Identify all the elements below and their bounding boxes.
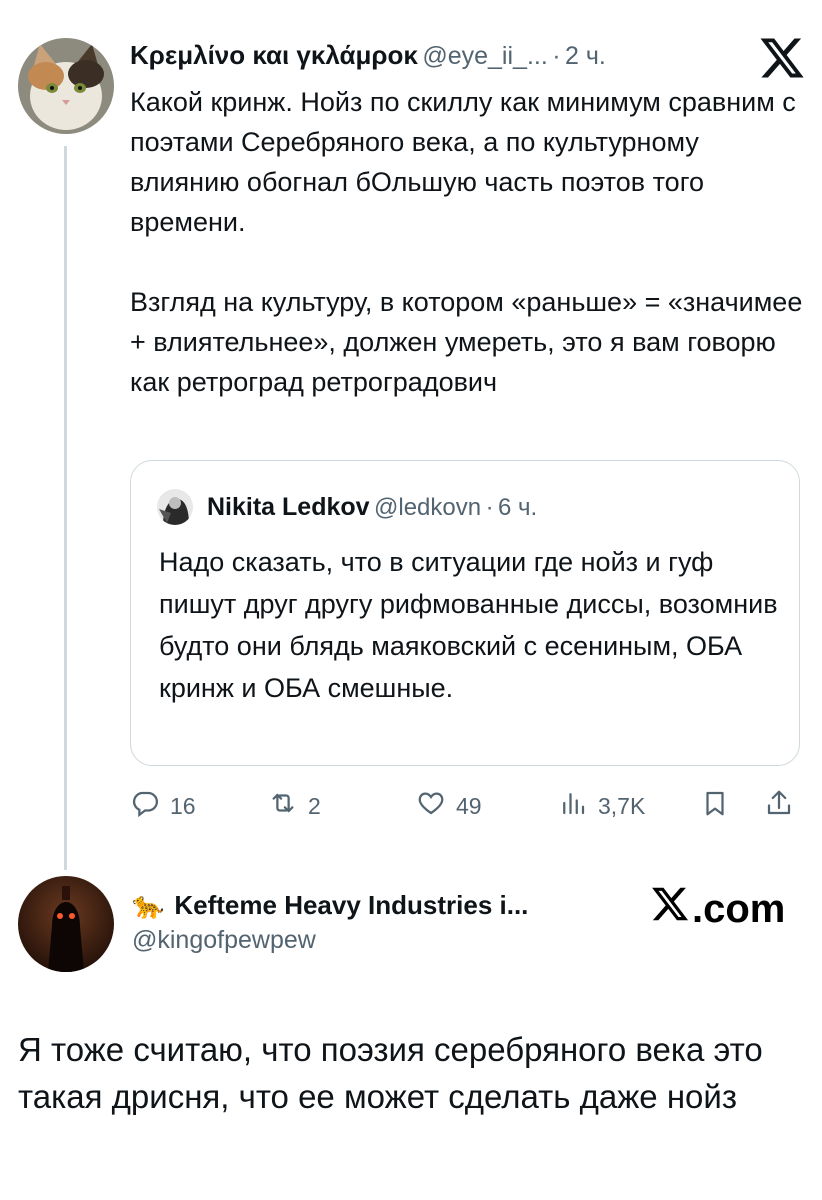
brand-text: .com xyxy=(692,886,786,931)
author-handle[interactable]: @eye_ii_... xyxy=(422,42,547,70)
quote-text: Надо сказать, что в ситуации где нойз и … xyxy=(159,547,778,703)
author-avatar[interactable] xyxy=(18,38,114,134)
separator-dot: · xyxy=(552,42,561,70)
retweet-count: 2 xyxy=(308,792,321,819)
views-button[interactable]: 3,7K xyxy=(558,786,645,826)
views-icon xyxy=(558,788,588,824)
retweet-icon xyxy=(268,788,298,824)
bookmark-button[interactable] xyxy=(700,786,730,826)
reply-button[interactable]: 16 xyxy=(130,786,196,826)
quote-header: Nikita Ledkov @ledkovn · 6 ч. xyxy=(207,493,537,522)
reply-header: 🐆 Kefteme Heavy Industries i... xyxy=(132,890,528,921)
like-count: 49 xyxy=(456,792,482,819)
views-count: 3,7K xyxy=(598,792,646,819)
bookmark-icon xyxy=(700,788,730,824)
retweet-button[interactable]: 2 xyxy=(268,786,321,826)
reply-author-handle[interactable]: @kingofpewpew xyxy=(132,926,316,955)
leopard-icon: 🐆 xyxy=(132,890,165,920)
tweet-header: Κρεμλίνο και γκλάμροκ @eye_ii_... · 2 ч. xyxy=(130,40,730,80)
x-com-brand: .com xyxy=(650,884,785,934)
like-button[interactable]: 49 xyxy=(416,786,482,826)
reply-text: Я тоже считаю, что поэзия серебряного ве… xyxy=(18,1031,763,1115)
reply-count: 16 xyxy=(170,792,196,819)
share-button[interactable] xyxy=(764,786,794,826)
separator-dot: · xyxy=(485,494,494,521)
quote-author-handle: @ledkovn xyxy=(374,494,482,521)
author-name[interactable]: Κρεμλίνο και γκλάμροκ xyxy=(130,40,418,70)
tweet-time[interactable]: 2 ч. xyxy=(565,42,606,70)
x-logo-icon xyxy=(650,884,692,934)
reply-author-avatar[interactable] xyxy=(18,876,114,972)
quoted-tweet[interactable]: Nikita Ledkov @ledkovn · 6 ч. Надо сказа… xyxy=(130,460,800,766)
quote-author-avatar xyxy=(157,489,193,525)
tweet-paragraph-2: Взгляд на культуру, в котором «раньше» =… xyxy=(130,287,803,397)
tweet-text: Какой кринж. Нойз по скиллу как минимум … xyxy=(130,82,810,402)
like-icon xyxy=(416,788,446,824)
quote-time: 6 ч. xyxy=(498,494,538,521)
share-icon xyxy=(764,788,794,824)
action-bar: 16 2 49 3,7K xyxy=(130,786,810,826)
reply-author-name[interactable]: Kefteme Heavy Industries i... xyxy=(174,890,528,921)
tweet-paragraph-1: Какой кринж. Нойз по скиллу как минимум … xyxy=(130,87,796,237)
quote-author-name: Nikita Ledkov xyxy=(207,493,370,521)
x-logo-icon xyxy=(758,34,806,82)
thread-line xyxy=(64,146,67,870)
reply-icon xyxy=(130,788,160,824)
